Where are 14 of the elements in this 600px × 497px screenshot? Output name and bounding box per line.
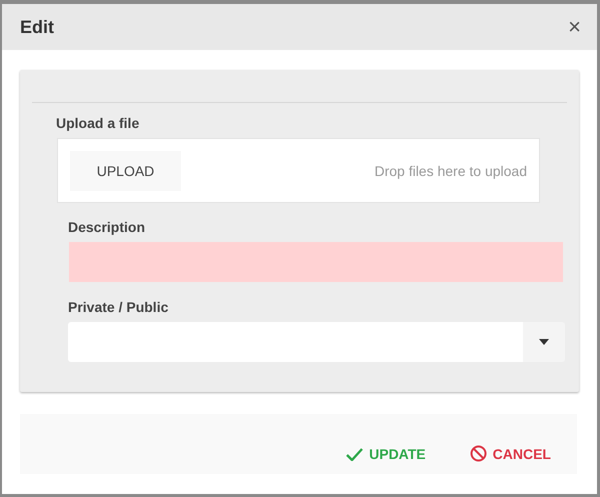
field-label: Private / Public	[68, 299, 170, 315]
dropzone-hint: Drop files here to upload	[374, 162, 527, 178]
cancel-button[interactable]: CANCEL	[470, 445, 551, 462]
prohibited-icon	[470, 445, 487, 462]
close-button[interactable]: ×	[564, 14, 585, 40]
upload-button[interactable]: UPLOAD	[70, 150, 181, 190]
check-icon	[346, 448, 364, 460]
caret-icon	[539, 339, 549, 345]
description-field[interactable]	[69, 242, 563, 282]
visibility-select[interactable]	[68, 322, 565, 362]
dialog-title: Edit	[20, 16, 54, 38]
field-label: Upload a file	[56, 115, 140, 131]
upload-dropzone[interactable]: UPLOAD Drop files here to upload	[57, 138, 540, 203]
field-label: Description	[68, 219, 146, 235]
